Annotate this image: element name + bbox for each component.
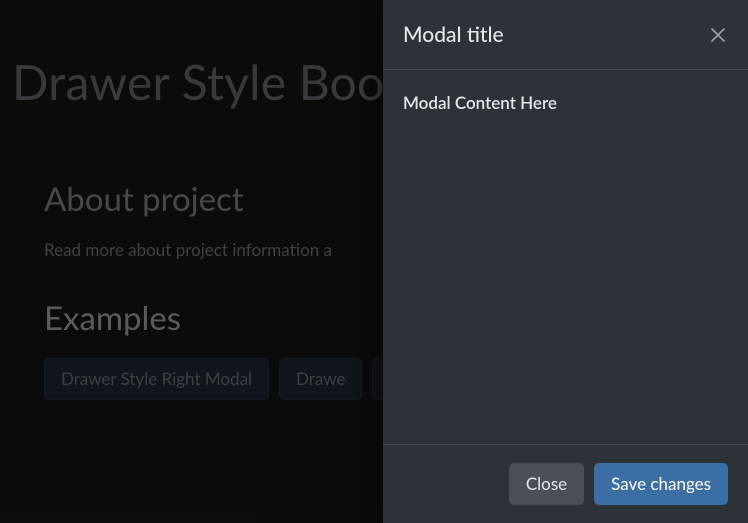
save-changes-button[interactable]: Save changes	[594, 463, 728, 505]
modal-title: Modal title	[403, 22, 504, 47]
close-button[interactable]: Close	[509, 463, 584, 505]
close-icon[interactable]	[708, 25, 728, 45]
drawer-modal: Modal title Modal Content Here Close Sav…	[383, 0, 748, 523]
modal-content-text: Modal Content Here	[403, 92, 557, 113]
drawer-footer: Close Save changes	[383, 445, 748, 523]
modal-body: Modal Content Here	[383, 70, 748, 445]
drawer-header: Modal title	[383, 0, 748, 70]
